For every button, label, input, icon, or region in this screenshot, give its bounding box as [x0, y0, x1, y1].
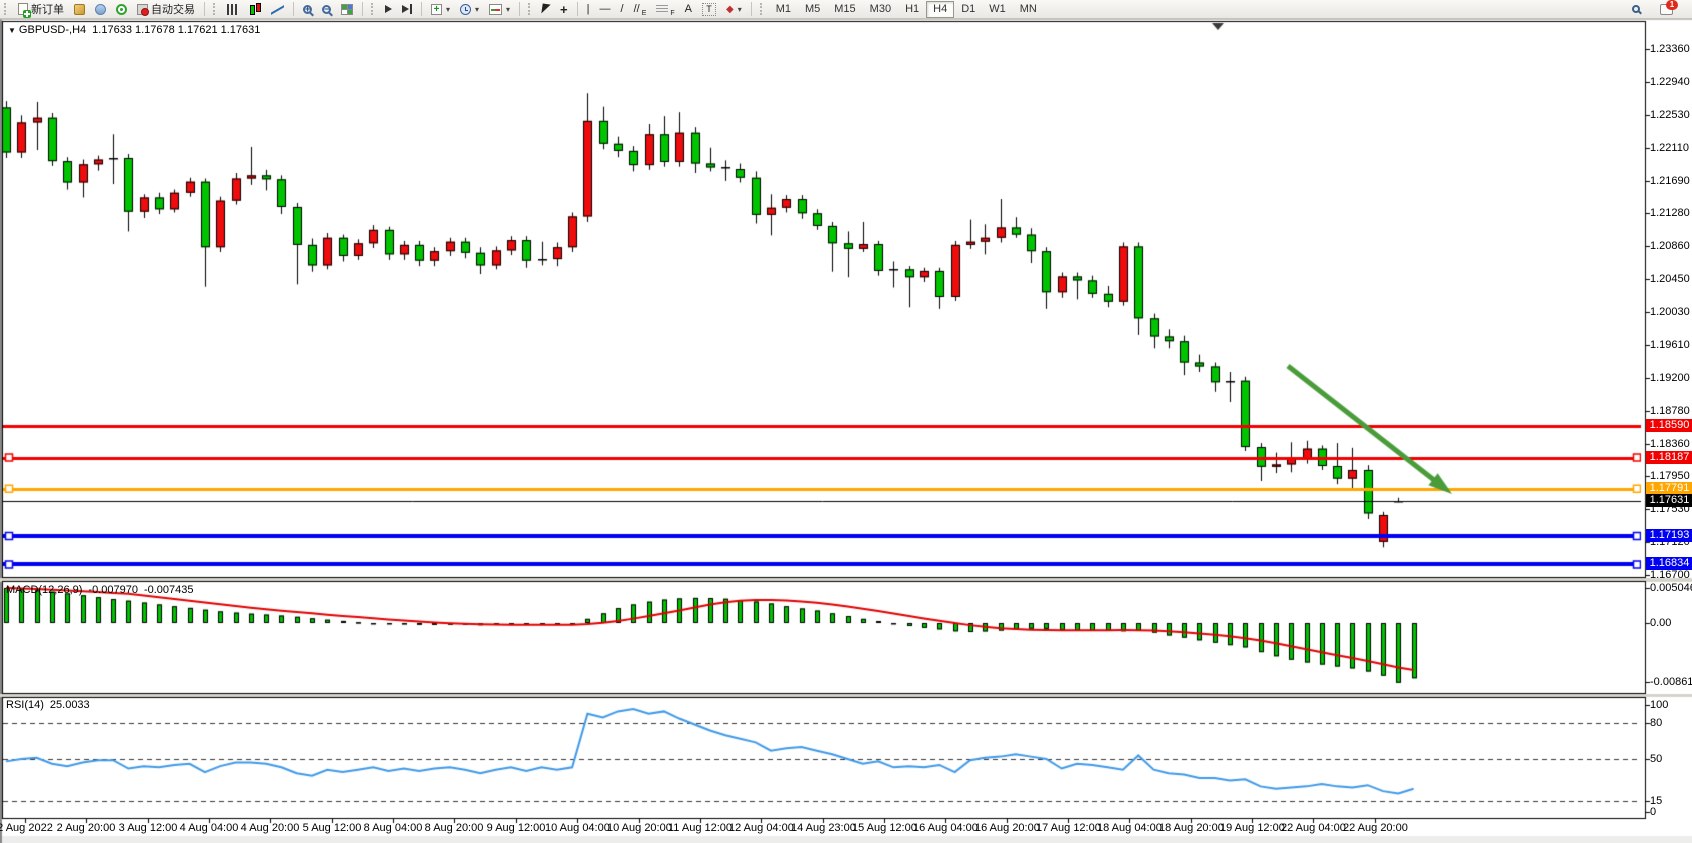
timeframe-button-d1[interactable]: D1: [954, 1, 982, 18]
notifications-button[interactable]: 1: [1655, 0, 1678, 18]
chevron-down-icon: ▾: [506, 5, 510, 14]
text-label-button[interactable]: T: [697, 0, 721, 18]
toolbar-grip: [4, 3, 10, 15]
crosshair-icon: +: [560, 4, 568, 15]
search-button[interactable]: [1627, 0, 1645, 18]
fibonacci-button[interactable]: F: [651, 0, 679, 18]
auto-scroll-icon: [385, 5, 392, 13]
text-button[interactable]: A: [680, 0, 697, 18]
horizontal-line-icon: —: [600, 4, 611, 15]
timeframe-button-m1[interactable]: M1: [769, 1, 798, 18]
channel-button[interactable]: //E: [629, 0, 652, 18]
notification-badge: 1: [1666, 0, 1678, 10]
periods-button[interactable]: ▾: [455, 0, 484, 18]
clock-icon: [460, 4, 471, 15]
signals-icon: [116, 4, 127, 15]
bar-chart-button[interactable]: [222, 0, 244, 18]
chevron-down-icon: ▾: [738, 5, 742, 14]
cursor-button[interactable]: [537, 0, 555, 18]
auto-scroll-button[interactable]: [380, 0, 397, 18]
timeframe-button-m5[interactable]: M5: [798, 1, 827, 18]
metaeditor-icon: [74, 4, 85, 15]
profile-icon: [95, 4, 106, 15]
indicators-icon: +: [431, 4, 442, 15]
vertical-line-button[interactable]: |: [582, 0, 595, 18]
text-label-icon: T: [702, 3, 716, 16]
timeframe-button-h1[interactable]: H1: [898, 1, 926, 18]
vertical-line-icon: |: [587, 4, 590, 15]
timeframe-button-mn[interactable]: MN: [1013, 1, 1044, 18]
tile-windows-icon: [341, 4, 353, 15]
autotrading-button[interactable]: 自动交易: [132, 0, 200, 18]
zoom-out-button[interactable]: −: [317, 0, 336, 18]
trendline-icon: /: [621, 4, 624, 15]
candlestick-chart-button[interactable]: [244, 0, 266, 18]
timeframe-group: M1M5M15M30H1H4D1W1MN: [769, 1, 1044, 17]
indicators-button[interactable]: +▾: [426, 0, 455, 18]
search-icon: [1632, 5, 1640, 13]
fibonacci-icon: [656, 5, 668, 14]
templates-button[interactable]: ▾: [484, 0, 515, 18]
arrows-button[interactable]: ◆▾: [721, 0, 747, 18]
candlestick-icon: [249, 3, 261, 15]
chart-shift-icon: [402, 4, 412, 14]
line-chart-button[interactable]: [266, 0, 289, 18]
chevron-down-icon: ▾: [446, 5, 450, 14]
chart-shift-button[interactable]: [397, 0, 417, 18]
mt4-window: 新订单 自动交易 + − +▾ ▾ ▾ + | — / //E F A T: [0, 0, 1692, 843]
chevron-down-icon: ▾: [475, 5, 479, 14]
timeframe-button-h4[interactable]: H4: [926, 1, 954, 18]
text-icon: A: [685, 4, 692, 15]
cursor-icon: [541, 3, 550, 14]
horizontal-line-button[interactable]: —: [595, 0, 616, 18]
zoom-out-icon: −: [322, 5, 331, 14]
channel-sub-label: E: [642, 10, 647, 17]
trendline-button[interactable]: /: [616, 0, 629, 18]
new-order-label: 新订单: [31, 1, 64, 17]
signals-button[interactable]: [111, 0, 132, 18]
line-chart-icon: [271, 4, 284, 15]
new-order-icon: [18, 3, 28, 15]
zoom-in-icon: +: [303, 5, 312, 14]
chart-canvas[interactable]: [0, 0, 1692, 843]
tile-windows-button[interactable]: [336, 0, 358, 18]
chat-icon: 1: [1660, 4, 1673, 15]
autotrading-icon: [137, 4, 148, 15]
template-icon: [489, 4, 502, 15]
timeframe-button-m15[interactable]: M15: [827, 1, 862, 18]
crosshair-button[interactable]: +: [555, 0, 573, 18]
toolbar: 新订单 自动交易 + − +▾ ▾ ▾ + | — / //E F A T: [0, 0, 1692, 19]
community-button[interactable]: [90, 0, 111, 18]
timeframe-button-w1[interactable]: W1: [982, 1, 1013, 18]
new-order-button[interactable]: 新订单: [13, 0, 69, 18]
timeframe-button-m30[interactable]: M30: [863, 1, 898, 18]
bar-chart-icon: [227, 4, 239, 15]
arrows-icon: ◆: [726, 4, 734, 15]
zoom-in-button[interactable]: +: [298, 0, 317, 18]
metaeditor-button[interactable]: [69, 0, 90, 18]
fibo-sub-label: F: [670, 10, 674, 17]
channel-icon: //: [634, 4, 640, 15]
autotrading-label: 自动交易: [151, 1, 195, 17]
